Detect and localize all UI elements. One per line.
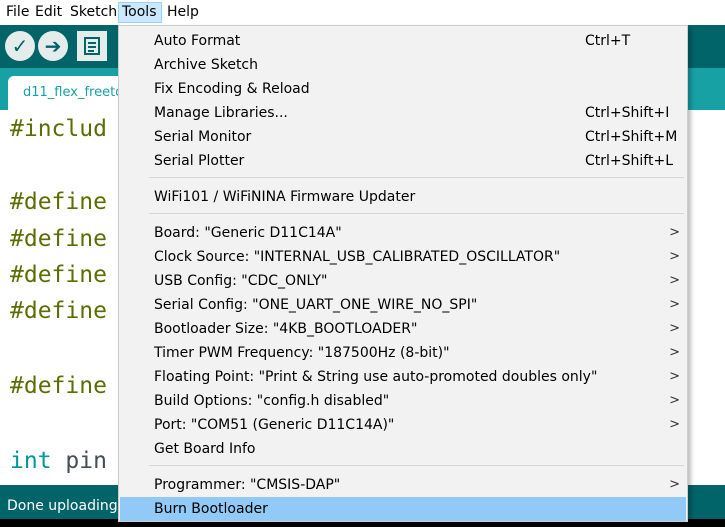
- menu-item-firmware-updater[interactable]: WiFi101 / WiFiNINA Firmware Updater: [120, 185, 686, 209]
- menu-item-label: Programmer: "CMSIS-DAP": [154, 477, 341, 493]
- menu-edit[interactable]: Edit: [32, 2, 65, 23]
- upload-button[interactable]: ➔: [38, 31, 68, 61]
- code-line: #define: [10, 298, 107, 324]
- menu-item-timer-pwm[interactable]: Timer PWM Frequency: "187500Hz (8-bit)" …: [120, 341, 686, 365]
- code-token: int: [10, 448, 52, 474]
- menu-item-label: Port: "COM51 (Generic D11C14A)": [154, 417, 395, 433]
- code-line: #define: [10, 262, 107, 288]
- menu-item-label: USB Config: "CDC_ONLY": [154, 273, 328, 289]
- menu-item-shortcut: Ctrl+Shift+I: [585, 105, 670, 121]
- menu-item-fix-encoding[interactable]: Fix Encoding & Reload: [120, 77, 686, 101]
- menu-item-get-board-info[interactable]: Get Board Info: [120, 437, 686, 461]
- menu-help[interactable]: Help: [164, 2, 202, 23]
- menu-item-label: Fix Encoding & Reload: [154, 81, 310, 97]
- chevron-right-icon: >: [669, 345, 680, 360]
- arduino-ide-window: File Edit Sketch Tools Help ✓ ➔ d11_flex…: [0, 0, 725, 527]
- menu-item-label: Archive Sketch: [154, 57, 259, 73]
- chevron-right-icon: >: [669, 321, 680, 336]
- menu-item-label: Serial Monitor: [154, 129, 252, 145]
- chevron-right-icon: >: [669, 477, 680, 492]
- menu-item-label: Serial Plotter: [154, 153, 245, 169]
- code-token: pin: [51, 448, 107, 474]
- menu-item-build-options[interactable]: Build Options: "config.h disabled" >: [120, 389, 686, 413]
- menu-item-label: Get Board Info: [154, 441, 256, 457]
- menu-item-label: WiFi101 / WiFiNINA Firmware Updater: [154, 189, 416, 205]
- status-text: Done uploading.: [7, 498, 123, 514]
- chevron-right-icon: >: [669, 225, 680, 240]
- menu-separator: [149, 177, 684, 178]
- chevron-right-icon: >: [669, 369, 680, 384]
- menu-item-shortcut: Ctrl+T: [585, 33, 631, 49]
- menu-item-port[interactable]: Port: "COM51 (Generic D11C14A)" >: [120, 413, 686, 437]
- check-icon: ✓: [11, 34, 29, 58]
- menu-item-board[interactable]: Board: "Generic D11C14A" >: [120, 221, 686, 245]
- menu-item-label: Board: "Generic D11C14A": [154, 225, 342, 241]
- menu-separator: [149, 465, 684, 466]
- document-icon: [84, 37, 100, 55]
- tools-menu-dropdown: Auto Format Ctrl+T Archive Sketch Fix En…: [118, 25, 688, 522]
- menu-item-shortcut: Ctrl+Shift+M: [585, 129, 678, 145]
- menu-sketch[interactable]: Sketch: [67, 2, 120, 23]
- menu-bar: File Edit Sketch Tools Help: [0, 0, 725, 26]
- menu-item-clock-source[interactable]: Clock Source: "INTERNAL_USB_CALIBRATED_O…: [120, 245, 686, 269]
- menu-item-label: Serial Config: "ONE_UART_ONE_WIRE_NO_SPI…: [154, 297, 478, 313]
- menu-item-label: Clock Source: "INTERNAL_USB_CALIBRATED_O…: [154, 249, 561, 265]
- code-token: #define: [10, 298, 107, 324]
- menu-item-auto-format[interactable]: Auto Format Ctrl+T: [120, 29, 686, 53]
- chevron-right-icon: >: [669, 393, 680, 408]
- menu-item-label: Bootloader Size: "4KB_BOOTLOADER": [154, 321, 418, 337]
- menu-item-manage-libraries[interactable]: Manage Libraries... Ctrl+Shift+I: [120, 101, 686, 125]
- menu-item-label: Build Options: "config.h disabled": [154, 393, 390, 409]
- menu-item-bootloader-size[interactable]: Bootloader Size: "4KB_BOOTLOADER" >: [120, 317, 686, 341]
- code-token: #define: [10, 262, 107, 288]
- menu-tools[interactable]: Tools: [118, 2, 162, 23]
- arrow-right-icon: ➔: [44, 34, 62, 58]
- menu-item-shortcut: Ctrl+Shift+L: [585, 153, 673, 169]
- code-line: #define: [10, 226, 107, 252]
- verify-button[interactable]: ✓: [5, 31, 35, 61]
- code-token: #define: [10, 189, 107, 215]
- code-line: #includ: [10, 116, 107, 142]
- menu-separator: [149, 213, 684, 214]
- code-token: #define: [10, 373, 107, 399]
- chevron-right-icon: >: [669, 273, 680, 288]
- menu-item-label: Manage Libraries...: [154, 105, 288, 121]
- menu-item-label: Auto Format: [154, 33, 241, 49]
- code-line: int pin: [10, 448, 107, 474]
- code-token: #includ: [10, 116, 107, 142]
- menu-item-label: Floating Point: "Print & String use auto…: [154, 369, 598, 385]
- code-line: #define: [10, 189, 107, 215]
- menu-item-usb-config[interactable]: USB Config: "CDC_ONLY" >: [120, 269, 686, 293]
- menu-item-label: Burn Bootloader: [154, 501, 268, 517]
- chevron-right-icon: >: [669, 297, 680, 312]
- menu-item-programmer[interactable]: Programmer: "CMSIS-DAP" >: [120, 473, 686, 497]
- menu-item-burn-bootloader[interactable]: Burn Bootloader: [120, 497, 686, 521]
- menu-item-label: Timer PWM Frequency: "187500Hz (8-bit)": [154, 345, 450, 361]
- code-line: #define: [10, 373, 107, 399]
- chevron-right-icon: >: [669, 417, 680, 432]
- menu-file[interactable]: File: [3, 2, 32, 23]
- menu-item-serial-config[interactable]: Serial Config: "ONE_UART_ONE_WIRE_NO_SPI…: [120, 293, 686, 317]
- menu-item-serial-plotter[interactable]: Serial Plotter Ctrl+Shift+L: [120, 149, 686, 173]
- menu-item-archive-sketch[interactable]: Archive Sketch: [120, 53, 686, 77]
- code-token: #define: [10, 226, 107, 252]
- chevron-right-icon: >: [669, 249, 680, 264]
- new-sketch-button[interactable]: [77, 31, 107, 61]
- menu-item-serial-monitor[interactable]: Serial Monitor Ctrl+Shift+M: [120, 125, 686, 149]
- menu-item-floating-point[interactable]: Floating Point: "Print & String use auto…: [120, 365, 686, 389]
